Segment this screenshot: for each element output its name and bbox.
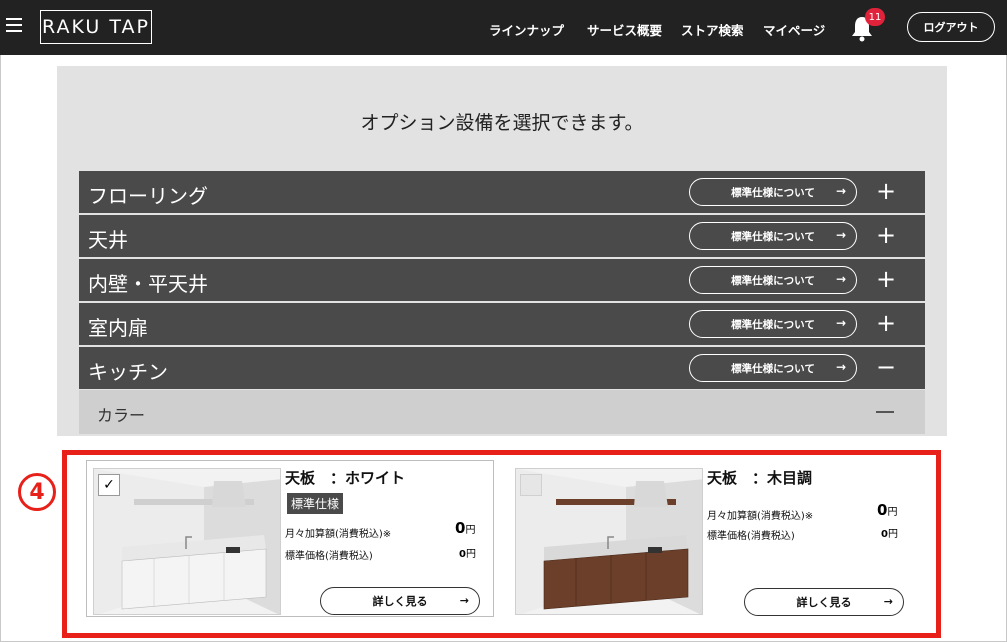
category-flooring[interactable]: フローリング 標準仕様について → + bbox=[79, 171, 925, 213]
standard-spec-label: 標準仕様について bbox=[731, 230, 815, 243]
monthly-value: 0円 bbox=[877, 501, 898, 519]
option-checkbox[interactable] bbox=[520, 474, 542, 496]
standard-spec-label: 標準仕様について bbox=[731, 318, 815, 331]
category-label: フローリング bbox=[88, 184, 208, 208]
category-interior-door[interactable]: 室内扉 標準仕様について → + bbox=[79, 303, 925, 345]
standard-spec-tag: 標準仕様 bbox=[287, 493, 344, 514]
standard-spec-button[interactable]: 標準仕様について → bbox=[689, 178, 857, 206]
minus-icon[interactable] bbox=[876, 411, 894, 413]
category-inner-wall[interactable]: 内壁・平天井 標準仕様について → + bbox=[79, 259, 925, 301]
option-card-white[interactable]: ✓ 天板 ：ホワイト 標準仕様 月々加算額(消費税込)※ 0円 標準価格(消費税… bbox=[86, 460, 494, 617]
subcategory-label: カラー bbox=[97, 406, 146, 425]
subcategory-color[interactable]: カラー bbox=[79, 390, 925, 434]
detail-label: 詳しく見る bbox=[372, 595, 428, 608]
menu-icon[interactable] bbox=[6, 18, 22, 34]
standard-spec-label: 標準仕様について bbox=[731, 362, 815, 375]
plus-icon[interactable]: + bbox=[876, 177, 896, 205]
category-label: 天井 bbox=[88, 228, 128, 252]
plus-icon[interactable]: + bbox=[876, 309, 896, 337]
standard-spec-label: 標準仕様について bbox=[731, 186, 815, 199]
logo[interactable]: RAKU TAP bbox=[40, 10, 152, 44]
nav-lineup[interactable]: ラインナップ bbox=[489, 20, 564, 39]
category-kitchen[interactable]: キッチン 標準仕様について → − bbox=[79, 347, 925, 389]
monthly-value: 0円 bbox=[455, 519, 476, 537]
step-marker: 4 bbox=[17, 472, 57, 512]
step-number: 4 bbox=[18, 473, 56, 511]
standard-spec-button[interactable]: 標準仕様について → bbox=[689, 266, 857, 294]
category-label: 内壁・平天井 bbox=[88, 272, 208, 296]
header: RAKU TAP ラインナップ サービス概要 ストア検索 マイページ 11 ログ… bbox=[0, 0, 1007, 55]
standard-spec-button[interactable]: 標準仕様について → bbox=[689, 310, 857, 338]
option-title: 天板 ：ホワイト bbox=[285, 469, 406, 487]
detail-button[interactable]: 詳しく見る → bbox=[320, 587, 480, 615]
nav-store-search[interactable]: ストア検索 bbox=[681, 20, 744, 39]
standard-spec-label: 標準仕様について bbox=[731, 274, 815, 287]
arrow-right-icon: → bbox=[835, 228, 846, 242]
option-title: 天板 ：木目調 bbox=[707, 469, 813, 487]
arrow-right-icon: → bbox=[835, 316, 846, 330]
notification-badge: 11 bbox=[865, 8, 885, 26]
arrow-right-icon: → bbox=[883, 595, 893, 608]
logout-button[interactable]: ログアウト bbox=[907, 12, 995, 42]
detail-label: 詳しく見る bbox=[796, 596, 852, 609]
arrow-right-icon: → bbox=[835, 184, 846, 198]
plus-icon[interactable]: + bbox=[876, 221, 896, 249]
price-label: 標準価格(消費税込) bbox=[285, 551, 373, 562]
standard-spec-button[interactable]: 標準仕様について → bbox=[689, 222, 857, 250]
category-ceiling[interactable]: 天井 標準仕様について → + bbox=[79, 215, 925, 257]
price-value: 0円 bbox=[881, 529, 898, 540]
option-card-woodgrain[interactable]: 天板 ：木目調 月々加算額(消費税込)※ 0円 標準価格(消費税込) 0円 詳し… bbox=[508, 460, 916, 617]
plus-icon[interactable]: + bbox=[876, 265, 896, 293]
price-label: 標準価格(消費税込) bbox=[707, 531, 795, 542]
nav-service-overview[interactable]: サービス概要 bbox=[587, 20, 662, 39]
arrow-right-icon: → bbox=[459, 594, 469, 607]
standard-spec-button[interactable]: 標準仕様について → bbox=[689, 354, 857, 382]
arrow-right-icon: → bbox=[835, 272, 846, 286]
category-label: キッチン bbox=[88, 360, 168, 384]
kitchen-woodgrain-image bbox=[515, 468, 703, 615]
detail-button[interactable]: 詳しく見る → bbox=[744, 588, 904, 616]
arrow-right-icon: → bbox=[835, 360, 846, 374]
price-value: 0円 bbox=[459, 549, 476, 560]
option-checkbox[interactable]: ✓ bbox=[98, 474, 120, 496]
intro-text: オプション設備を選択できます。 bbox=[360, 112, 644, 134]
nav-mypage[interactable]: マイページ bbox=[763, 20, 825, 39]
monthly-label: 月々加算額(消費税込)※ bbox=[707, 511, 814, 522]
minus-icon[interactable]: − bbox=[876, 353, 896, 381]
category-label: 室内扉 bbox=[88, 316, 148, 340]
monthly-label: 月々加算額(消費税込)※ bbox=[285, 529, 392, 540]
kitchen-white-image: ✓ bbox=[93, 468, 281, 615]
